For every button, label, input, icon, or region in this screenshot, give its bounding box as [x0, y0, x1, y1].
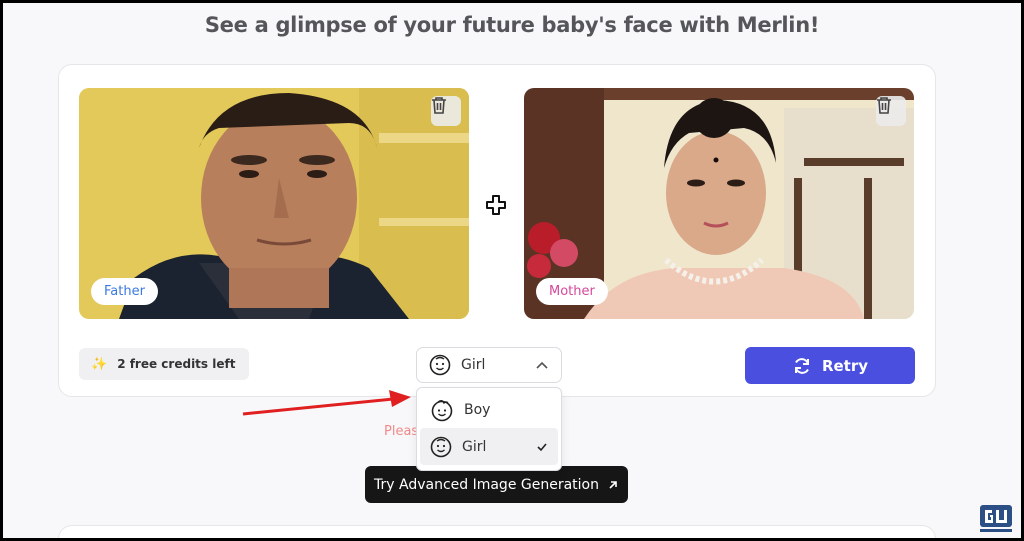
- trash-icon: [877, 97, 891, 114]
- upload-card: Father Mother ✨ 2 free credits left Girl…: [58, 64, 936, 397]
- boy-face-icon: [431, 399, 453, 421]
- retry-button[interactable]: Retry: [745, 347, 915, 384]
- refresh-icon: [794, 357, 809, 374]
- advanced-button-label: Try Advanced Image Generation: [374, 476, 599, 493]
- page: See a glimpse of your future baby's face…: [3, 3, 1021, 538]
- credits-badge: ✨ 2 free credits left: [79, 348, 250, 380]
- external-arrow-icon: [609, 480, 617, 489]
- father-tag: Father: [91, 278, 158, 305]
- lower-card: [58, 525, 936, 538]
- retry-label: Retry: [821, 356, 869, 375]
- watermark-logo: [980, 505, 1012, 532]
- mother-tag: Mother: [536, 278, 608, 305]
- delete-father-button[interactable]: [431, 96, 461, 126]
- sparkle-icon: ✨: [91, 356, 108, 372]
- checkmark-icon: [537, 442, 547, 451]
- mother-photo[interactable]: Mother: [524, 88, 914, 319]
- chevron-up-icon: [536, 361, 548, 369]
- gender-select[interactable]: Girl: [416, 347, 562, 383]
- father-photo[interactable]: Father: [79, 88, 469, 319]
- gender-dropdown-menu: Boy Girl: [416, 387, 562, 471]
- trash-icon: [432, 97, 446, 114]
- girl-face-icon: [429, 354, 451, 376]
- plus-icon: [486, 195, 506, 215]
- advanced-image-generation-button[interactable]: Try Advanced Image Generation: [365, 466, 628, 503]
- option-girl[interactable]: Girl: [420, 428, 558, 465]
- girl-face-icon: [430, 436, 452, 457]
- option-boy-label: Boy: [464, 401, 491, 418]
- option-girl-label: Girl: [462, 438, 487, 455]
- page-title: See a glimpse of your future baby's face…: [204, 13, 820, 37]
- gender-select-value: Girl: [461, 357, 486, 373]
- credits-text: 2 free credits left: [117, 357, 236, 371]
- option-boy[interactable]: Boy: [420, 391, 558, 428]
- delete-mother-button[interactable]: [876, 96, 906, 126]
